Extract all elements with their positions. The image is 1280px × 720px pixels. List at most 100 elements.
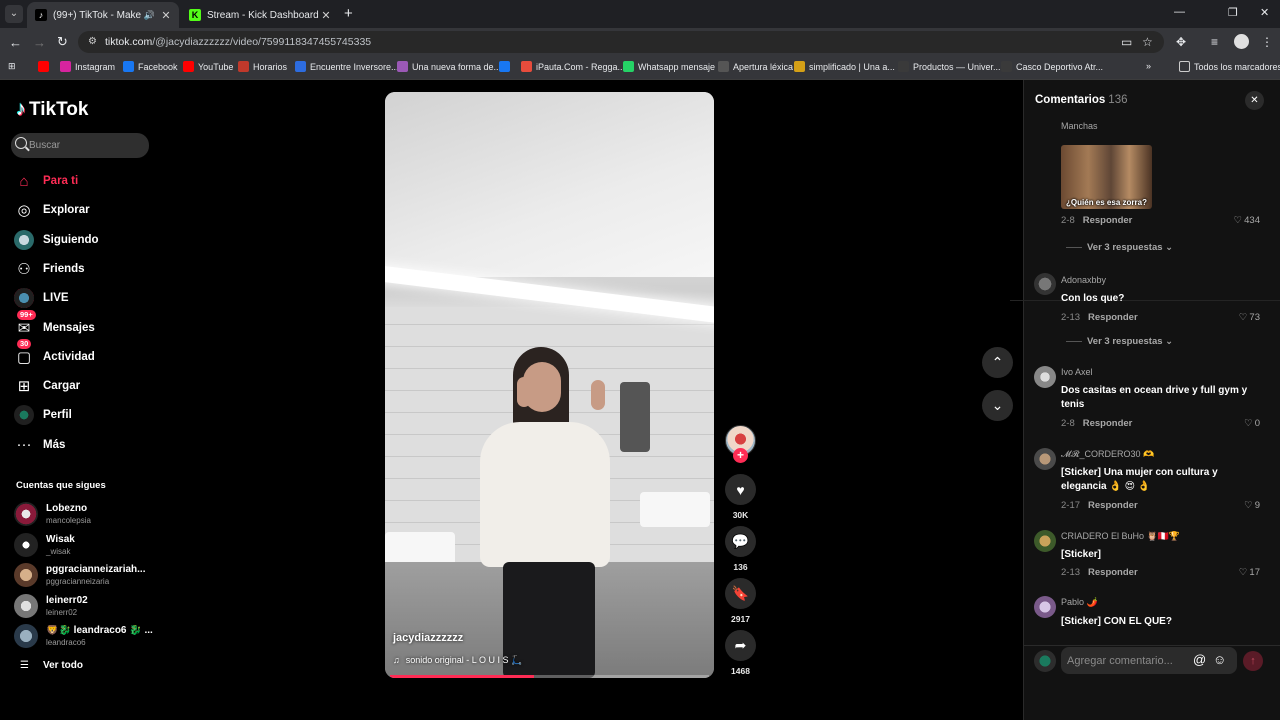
search-box[interactable] [11,133,149,158]
bookmark-item[interactable]: Encuentre Inversore... [295,61,399,72]
bookmark-item[interactable]: Whatsapp mensaje [623,61,715,72]
comment-username[interactable]: CRIADERO El BuHo 🦉🇵🇪🏆 [1061,531,1180,542]
nav-item-activity[interactable]: ▢ 30 Actividad [13,338,95,369]
nav-item-friends[interactable]: ⚇ Friends [13,257,84,281]
browser-menu-icon[interactable]: ⋮ [1261,35,1273,49]
nav-item-home[interactable]: ⌂ Para ti [13,169,78,193]
tiktok-logo[interactable]: ♪ TikTok [16,98,88,121]
view-replies-button[interactable]: Ver 3 respuestas ⌄ [1066,336,1173,347]
bookmark-item[interactable]: Apertura léxica [718,61,793,72]
reply-button[interactable]: Responder [1088,500,1138,511]
video-sound[interactable]: ♫ sonido original - L O U I S 🛴 [393,655,522,666]
forward-icon[interactable]: → [33,35,46,50]
following-account[interactable]: pggracianneizariah... pggracianneizaria [14,561,154,589]
bookmark-item[interactable]: Facebook [123,61,178,72]
mention-icon[interactable]: @ [1193,652,1206,667]
reply-button[interactable]: Responder [1083,418,1133,429]
restore-icon[interactable]: ❐ [1228,6,1238,19]
view-replies-button[interactable]: Ver 3 respuestas ⌄ [1066,242,1173,253]
nav-item-following[interactable]: Siguiendo [13,228,99,252]
comment-username[interactable]: Pablo 🌶️ [1061,597,1098,608]
share-button[interactable]: ➦ [725,630,756,661]
nav-item-profile[interactable]: Perfil [13,403,72,427]
bookmark-item[interactable]: Instagram [60,61,115,72]
search-input[interactable] [29,133,147,158]
comment-username[interactable]: Ivo Axel [1061,367,1093,377]
bookmark-item[interactable]: Horarios [238,61,287,72]
reply-button[interactable]: Responder [1088,312,1138,323]
video-author[interactable]: jacydiazzzzzz [393,632,463,644]
bookmark-item[interactable]: simplificado | Una a... [794,61,895,72]
tab-close-icon[interactable]: ✕ [159,9,173,22]
profile-avatar[interactable] [1234,34,1249,49]
apps-icon[interactable]: ⊞ [8,61,16,72]
comment-gif[interactable]: ¿Quién es esa zorra? [1061,145,1152,209]
bookmark-star-icon[interactable]: ☆ [1142,35,1153,49]
comment-input[interactable] [1067,647,1183,674]
following-account[interactable]: Lobezno mancolepsia [14,500,154,528]
comment-username[interactable]: Manchas [1061,121,1098,131]
nav-item-compass[interactable]: ◎ Explorar [13,198,89,222]
share-icon: ➦ [734,637,747,653]
following-account[interactable]: 🦁🐉 leandraco6 🐉 ... leandraco6 [14,622,154,650]
nav-item-more[interactable]: ··· Más [13,433,66,457]
follow-plus-icon[interactable]: + [733,448,748,463]
save-button[interactable]: 🔖 [725,578,756,609]
previous-video-button[interactable]: ⌃ [982,347,1013,378]
next-video-button[interactable]: ⌄ [982,390,1013,421]
bookmark-item[interactable]: Casco Deportivo Atr... [1001,61,1103,72]
minimize-icon[interactable]: — [1174,6,1185,18]
url-text[interactable]: tiktok.com/@jacydiazzzzzz/video/75991183… [105,36,371,48]
send-comment-button[interactable]: ↑ [1243,651,1263,671]
video-player[interactable]: jacydiazzzzzz ♫ sonido original - L O U I… [385,92,714,678]
comment-username[interactable]: 𝓜𝓡_CORDERO30 🫶 [1061,449,1154,460]
comment-like[interactable]: ♡ 434 [1220,215,1260,226]
comment-like[interactable]: ♡ 17 [1220,567,1260,578]
browser-tab-tiktok[interactable]: ♪ (99+) TikTok - Make Your Day 🔊 ✕ [27,2,179,28]
see-all-button[interactable]: ☰ Ver todo [20,660,83,671]
bookmark-item[interactable] [499,61,514,72]
reload-icon[interactable]: ↻ [57,34,68,50]
back-icon[interactable]: ← [9,35,22,50]
new-tab-button[interactable]: + [344,5,353,22]
comment-like[interactable]: ♡ 0 [1220,418,1260,429]
comment-avatar[interactable] [1034,596,1056,618]
emoji-icon[interactable]: ☺ [1213,652,1226,667]
comment-avatar[interactable] [1034,366,1056,388]
comment-text: [Sticker] CON EL QUE? [1061,616,1172,627]
nav-item-live[interactable]: LIVE [13,286,69,310]
media-control-icon[interactable]: ≡ [1211,35,1218,49]
nav-item-upload[interactable]: ⊞ Cargar [13,374,80,398]
comment-input-box[interactable] [1061,647,1237,674]
comment-like[interactable]: ♡ 73 [1220,312,1260,323]
like-button[interactable]: ♥ [725,474,756,505]
reply-button[interactable]: Responder [1083,215,1133,226]
all-bookmarks[interactable]: Todos los marcadores [1179,61,1280,72]
reply-button[interactable]: Responder [1088,567,1138,578]
following-account[interactable]: Wisak _wisak [14,531,154,559]
close-comments-icon[interactable]: ✕ [1245,91,1264,110]
speaker-icon[interactable]: 🔊 [144,10,155,21]
bookmark-item[interactable]: iPauta.Com - Regga... [521,61,625,72]
install-app-icon[interactable]: ▭ [1121,35,1132,49]
tab-close-icon[interactable]: ✕ [319,9,333,22]
nav-item-messages[interactable]: ✉ 99+ Mensajes [13,309,95,340]
tab-search-button[interactable]: ⌄ [5,5,23,23]
comment-avatar[interactable] [1034,273,1056,295]
extensions-icon[interactable]: ✥ [1176,35,1186,49]
following-account[interactable]: leinerr02 leinerr02 [14,592,154,620]
site-info-icon[interactable]: ⚙ [88,36,97,47]
window-close-icon[interactable]: ✕ [1260,6,1269,19]
comment-avatar[interactable] [1034,448,1056,470]
comment-username[interactable]: Adonaxbby [1061,275,1106,285]
bookmark-item[interactable] [38,61,53,72]
bookmark-item[interactable]: Una nueva forma de... [397,61,501,72]
comment-avatar[interactable] [1034,530,1056,552]
bookmark-item[interactable]: Productos — Univer... [898,61,1001,72]
browser-tab-kick[interactable]: K Stream - Kick Dashboard ✕ [181,2,339,28]
video-progress-bar[interactable] [390,675,709,678]
bookmark-item[interactable]: YouTube [183,61,233,72]
comment-like[interactable]: ♡ 9 [1220,500,1260,511]
comment-button[interactable]: 💬 [725,526,756,557]
more-bookmarks-icon[interactable]: » [1146,61,1151,71]
